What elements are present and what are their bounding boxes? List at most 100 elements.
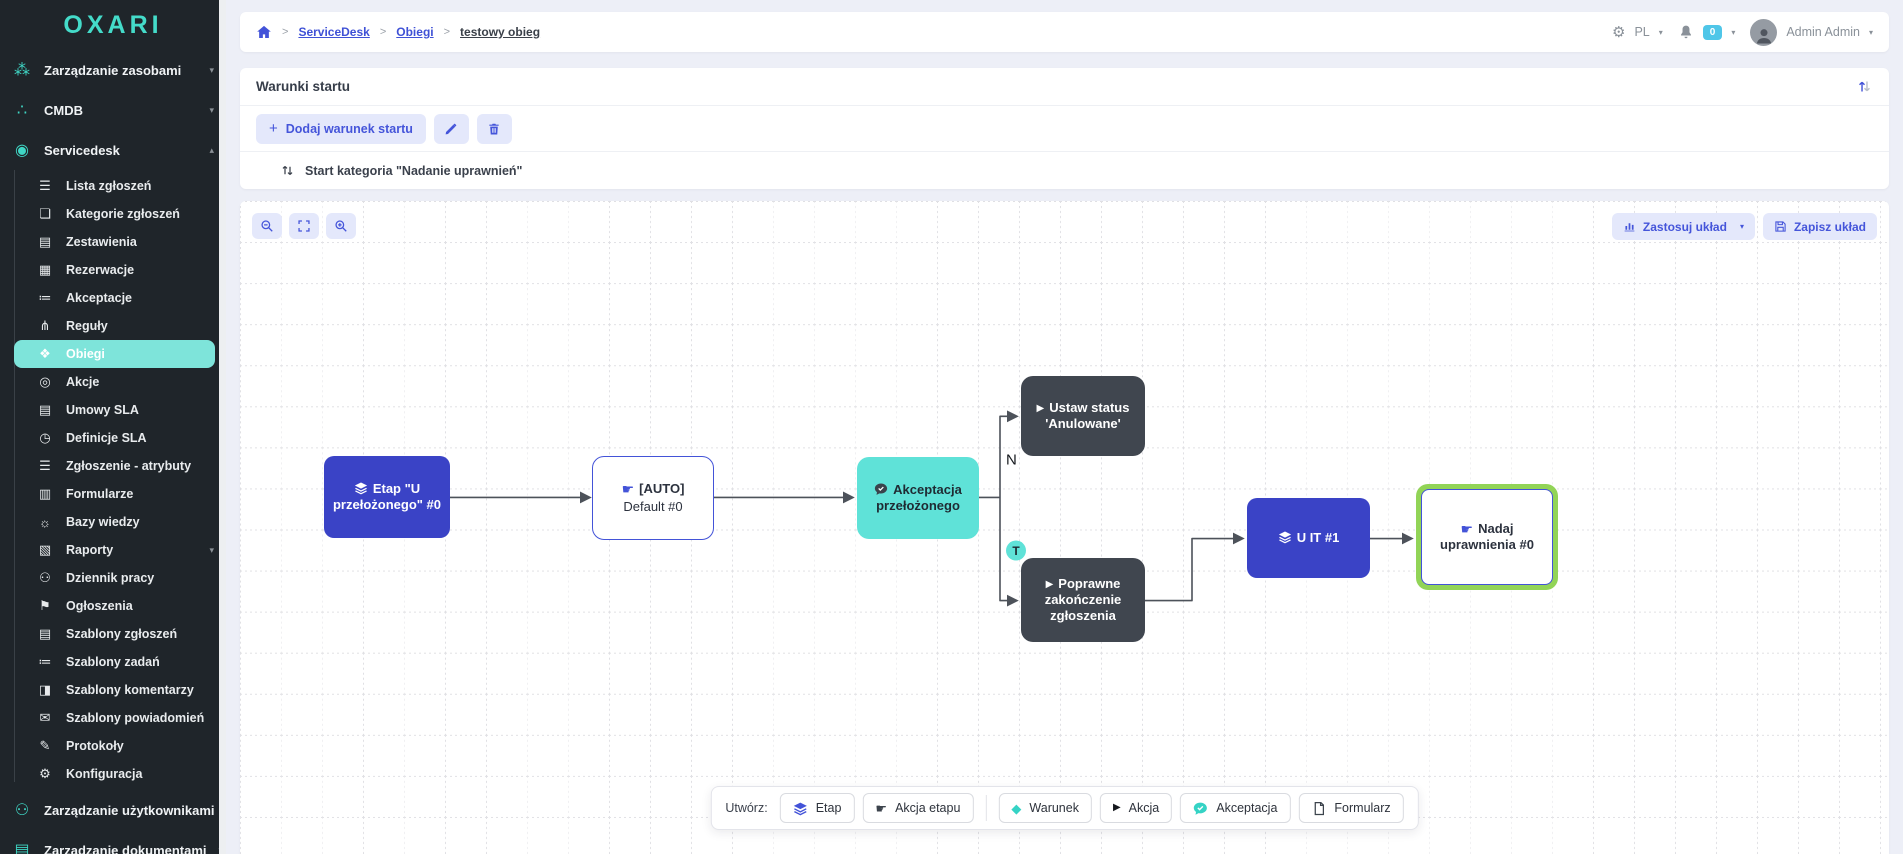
create-formularz-button[interactable]: Formularz (1298, 793, 1403, 823)
sidebar-item-lista-zgloszen[interactable]: ☰ Lista zgłoszeń (0, 172, 226, 200)
item-icon: ≔ (36, 290, 54, 306)
breadcrumb-link-obiegi[interactable]: Obiegi (396, 25, 433, 39)
gear-icon[interactable]: ⚙ (1612, 23, 1625, 41)
sidebar-item-szablony-komentarzy[interactable]: ◨ Szablony komentarzy (0, 676, 226, 704)
home-icon[interactable] (256, 24, 272, 40)
node-nadaj-uprawnienia[interactable]: ☛Nadaj uprawnienia #0 (1421, 489, 1553, 585)
item-label: Dziennik pracy (66, 571, 202, 585)
item-icon: ✎ (36, 738, 54, 754)
document-icon (1311, 801, 1326, 816)
create-etap-button[interactable]: Etap (780, 793, 855, 823)
bell-icon[interactable] (1678, 24, 1694, 40)
create-warunek-button[interactable]: ◆ Warunek (998, 793, 1092, 823)
item-icon: ◷ (36, 430, 54, 446)
add-start-condition-button[interactable]: + Dodaj warunek startu (256, 114, 426, 144)
flow-canvas[interactable]: N T (240, 201, 1889, 854)
sidebar-item-definicje-sla[interactable]: ◷ Definicje SLA (0, 424, 226, 452)
chevron-down-icon[interactable]: ▾ (1731, 28, 1735, 37)
reorder-icon[interactable] (1856, 78, 1873, 95)
edit-button[interactable] (434, 114, 469, 144)
fit-view-button[interactable] (289, 213, 319, 239)
grid-background (240, 201, 1889, 854)
breadcrumb-current[interactable]: testowy obieg (460, 25, 540, 39)
sidebar-item-akceptacje[interactable]: ≔ Akceptacje (0, 284, 226, 312)
section-icon: ⁂ (12, 60, 32, 80)
sidebar-item-reguly[interactable]: ⋔ Reguły (0, 312, 226, 340)
app-logo: OXARI (0, 0, 226, 50)
node-akceptacja-przelozonego[interactable]: Akceptacja przełożonego (857, 457, 979, 539)
sidebar-item-umowy-sla[interactable]: ▤ Umowy SLA (0, 396, 226, 424)
sidebar-item-formularze[interactable]: ▥ Formularze (0, 480, 226, 508)
diamond-icon: ◆ (1011, 802, 1021, 815)
chevron-down-icon: ▾ (209, 65, 214, 76)
section-label: Zarządzanie dokumentami (44, 843, 207, 854)
item-icon: ⚑ (36, 598, 54, 614)
sidebar-item-obiegi[interactable]: ❖ Obiegi (14, 340, 215, 368)
node-ustaw-status-anulowane[interactable]: ▶Ustaw status 'Anulowane' (1021, 376, 1145, 456)
node-poprawne-zakonczenie[interactable]: ▶Poprawne zakończenie zgłoszenia (1021, 558, 1145, 642)
item-label: Formularze (66, 487, 202, 501)
sidebar-item-zestawienia[interactable]: ▤ Zestawienia (0, 228, 226, 256)
sidebar-scrollbar[interactable] (219, 0, 226, 854)
sidebar-item-bazy-wiedzy[interactable]: ☼ Bazy wiedzy (0, 508, 226, 536)
user-name[interactable]: Admin Admin (1786, 25, 1860, 39)
sidebar-item-zgloszenie-atrybuty[interactable]: ☰ Zgłoszenie - atrybuty (0, 452, 226, 480)
sidebar-item-konfiguracja[interactable]: ⚙ Konfiguracja (0, 760, 226, 788)
zoom-out-button[interactable] (252, 213, 282, 239)
item-icon: ❖ (36, 346, 54, 362)
breadcrumb-separator: > (282, 26, 288, 38)
avatar[interactable] (1750, 19, 1777, 46)
node-auto-default[interactable]: ☛[AUTO]Default #0 (592, 456, 714, 540)
sidebar-item-ogloszenia[interactable]: ⚑ Ogłoszenia (0, 592, 226, 620)
sidebar-item-szablony-zgloszen[interactable]: ▤ Szablony zgłoszeń (0, 620, 226, 648)
sidebar-section-zarzadzanie-dokumentami[interactable]: ▤ Zarządzanie dokumentami ▾ (0, 830, 226, 854)
sidebar-item-rezerwacje[interactable]: ▦ Rezerwacje (0, 256, 226, 284)
approval-chat-icon (874, 482, 888, 496)
delete-button[interactable] (477, 114, 512, 144)
sidebar-item-szablony-zadan[interactable]: ≔ Szablony zadań (0, 648, 226, 676)
apply-layout-button[interactable]: Zastosuj układ ▾ (1612, 213, 1755, 240)
node-nadaj-uprawnienia-selected[interactable]: ☛Nadaj uprawnienia #0 (1416, 484, 1558, 590)
chevron-down-icon: ▾ (1740, 222, 1744, 231)
section-label: Servicedesk (44, 143, 197, 158)
sidebar-item-akcje[interactable]: ◎ Akcje (0, 368, 226, 396)
trash-icon (487, 122, 501, 136)
item-icon: ▧ (36, 542, 54, 558)
sidebar-section-zarzadzanie-zasobami[interactable]: ⁂ Zarządzanie zasobami ▾ (0, 50, 226, 90)
item-label: Zestawienia (66, 235, 202, 249)
item-icon: ◎ (36, 374, 54, 390)
play-icon: ▶ (1046, 579, 1054, 590)
create-akcja-etapu-button[interactable]: ☛ Akcja etapu (862, 793, 973, 823)
item-label: Akceptacje (66, 291, 202, 305)
item-label: Rezerwacje (66, 263, 202, 277)
chevron-down-icon[interactable]: ▾ (1659, 28, 1663, 37)
create-akcja-button[interactable]: ▶ Akcja (1100, 793, 1172, 823)
sidebar-item-dziennik-pracy[interactable]: ⚇ Dziennik pracy (0, 564, 226, 592)
sidebar-item-raporty[interactable]: ▧ Raporty ▾ (0, 536, 226, 564)
sidebar-item-protokoly[interactable]: ✎ Protokoły (0, 732, 226, 760)
save-layout-button[interactable]: Zapisz układ (1763, 213, 1877, 240)
start-conditions-header: Warunki startu (240, 68, 1889, 106)
sidebar-section-servicedesk[interactable]: ◉ Servicedesk ▴ (0, 130, 226, 170)
layers-icon (354, 481, 368, 495)
sidebar-item-szablony-powiadomien[interactable]: ✉ Szablony powiadomień (0, 704, 226, 732)
start-condition-row[interactable]: Start kategoria "Nadanie uprawnień" (240, 152, 1889, 189)
language-selector[interactable]: PL (1634, 25, 1649, 39)
topbar: > ServiceDesk > Obiegi > testowy obieg ⚙… (240, 12, 1889, 52)
item-label: Reguły (66, 319, 202, 333)
sidebar-section-zarzadzanie-uzytkownikami[interactable]: ⚇ Zarządzanie użytkownikami ▾ (0, 790, 226, 830)
node-etap-u-przelozonego[interactable]: Etap "U przełożonego" #0 (324, 456, 450, 538)
zoom-in-icon (334, 219, 348, 233)
sidebar-section-cmdb[interactable]: ∴ CMDB ▾ (0, 90, 226, 130)
zoom-in-button[interactable] (326, 213, 356, 239)
create-akceptacja-button[interactable]: Akceptacja (1180, 793, 1290, 823)
breadcrumb-separator: > (380, 26, 386, 38)
item-label: Szablony zgłoszeń (66, 627, 202, 641)
chevron-down-icon[interactable]: ▾ (1869, 28, 1873, 37)
item-icon: ⚙ (36, 766, 54, 782)
node-u-it[interactable]: U IT #1 (1247, 498, 1370, 578)
item-label: Bazy wiedzy (66, 515, 202, 529)
notification-badge: 0 (1703, 25, 1723, 40)
breadcrumb-link-servicedesk[interactable]: ServiceDesk (298, 25, 369, 39)
sidebar-item-kategorie-zgloszen[interactable]: ❏ Kategorie zgłoszeń (0, 200, 226, 228)
